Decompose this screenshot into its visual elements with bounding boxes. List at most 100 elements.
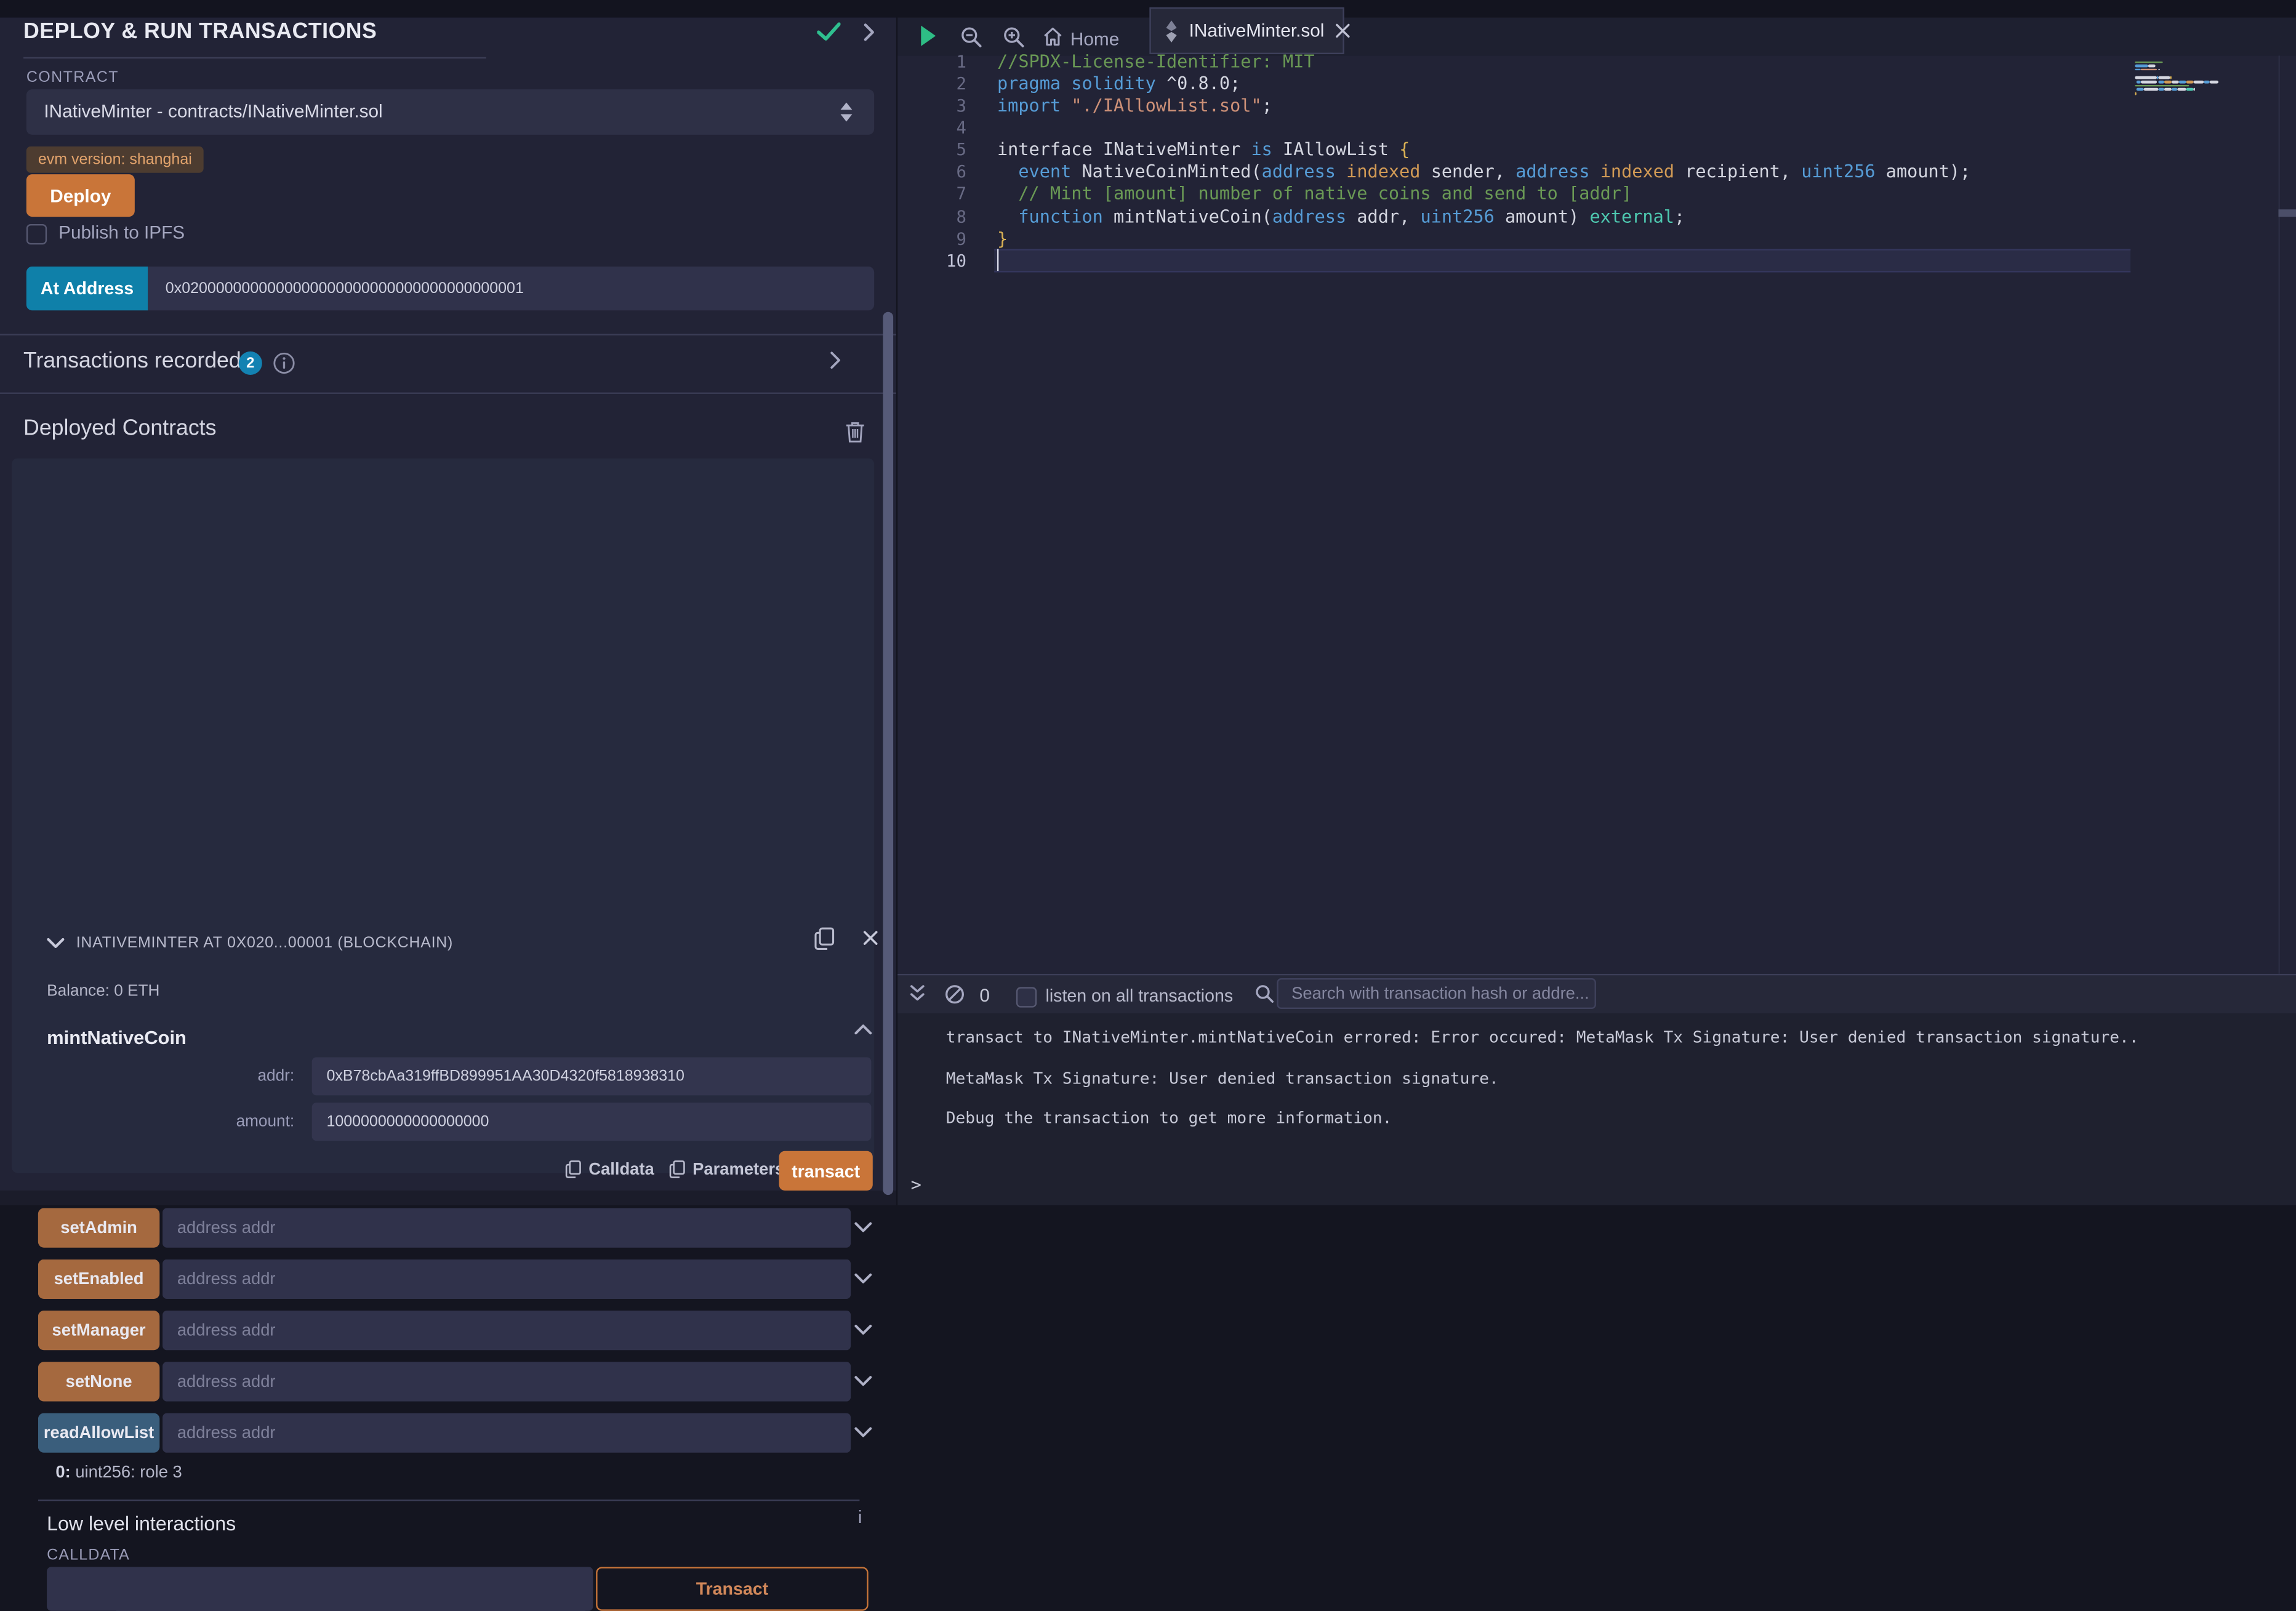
- at-address-input[interactable]: 0x02000000000000000000000000000000000000…: [148, 267, 874, 310]
- calldata-label: CALLDATA: [47, 1546, 130, 1564]
- listen-checkbox[interactable]: [1016, 987, 1037, 1007]
- zoom-out-icon[interactable]: [961, 26, 983, 49]
- solidity-icon: [1164, 20, 1179, 42]
- code-line-7[interactable]: 7 // Mint [amount] number of native coin…: [897, 183, 2296, 205]
- line-number: 10: [897, 250, 966, 270]
- chevron-down-icon[interactable]: [854, 1426, 873, 1438]
- copy-calldata-button[interactable]: Calldata: [565, 1160, 654, 1179]
- transact-button[interactable]: transact: [779, 1151, 873, 1191]
- code-text: import "./IAllowList.sol";: [997, 95, 1272, 115]
- home-icon[interactable]: [1043, 26, 1063, 47]
- terminal-expand-icon[interactable]: [909, 984, 925, 1003]
- function-input-setManager[interactable]: address addr: [163, 1311, 851, 1350]
- code-line-10[interactable]: 10: [897, 249, 2296, 271]
- minimap-line: [2135, 95, 2275, 99]
- listen-label: listen on all transactions: [1045, 986, 1233, 1006]
- chevron-down-icon[interactable]: [854, 1324, 873, 1335]
- clear-console-icon[interactable]: [944, 984, 965, 1005]
- copy-icon[interactable]: [814, 927, 835, 950]
- close-icon[interactable]: [862, 930, 878, 946]
- code-line-8[interactable]: 8 function mintNativeCoin(address addr, …: [897, 205, 2296, 227]
- chevron-up-icon[interactable]: [854, 1024, 873, 1035]
- code-line-1[interactable]: 1//SPDX-License-Identifier: MIT: [897, 50, 2296, 72]
- zoom-in-icon[interactable]: [1003, 26, 1025, 49]
- placeholder: address addr: [177, 1424, 276, 1442]
- function-button-setAdmin[interactable]: setAdmin: [38, 1208, 159, 1248]
- expanded-function-name[interactable]: mintNativeCoin: [47, 1027, 187, 1049]
- code-line-9[interactable]: 9}: [897, 227, 2296, 249]
- current-line-highlight: [994, 249, 2130, 272]
- terminal-prompt[interactable]: >: [911, 1175, 921, 1195]
- chevron-down-icon[interactable]: [854, 1221, 873, 1233]
- at-address-button[interactable]: At Address: [26, 267, 148, 310]
- top-strip: [0, 0, 2296, 18]
- copy-icon: [565, 1160, 581, 1179]
- amount-param-label: amount:: [155, 1113, 294, 1131]
- code-line-3[interactable]: 3 import "./IAllowList.sol";: [897, 94, 2296, 116]
- function-input-readAllowList[interactable]: address addr: [163, 1413, 851, 1453]
- tab-inativeminter[interactable]: INativeMinter.sol: [1149, 7, 1344, 54]
- deploy-button[interactable]: Deploy: [26, 174, 135, 217]
- placeholder: address addr: [177, 1219, 276, 1237]
- amount-param-input[interactable]: 1000000000000000000: [312, 1103, 872, 1141]
- transactions-recorded-label: Transactions recorded: [23, 348, 241, 373]
- line-number: 2: [897, 73, 966, 93]
- copy-icon: [669, 1160, 685, 1179]
- editor-scrollbar-marker: [2278, 209, 2296, 217]
- line-number: 9: [897, 228, 966, 248]
- panel-bottom-strip: [0, 1191, 897, 1205]
- panel-scrollbar[interactable]: [883, 312, 893, 1195]
- code-line-5[interactable]: 5 interface INativeMinter is IAllowList {: [897, 139, 2296, 161]
- code-line-6[interactable]: 6 event NativeCoinMinted(address indexed…: [897, 161, 2296, 183]
- line-number: 1: [897, 50, 966, 71]
- minimap-separator: [2278, 55, 2279, 974]
- terminal-log-line: MetaMask Tx Signature: User denied trans…: [946, 1058, 2294, 1098]
- copy-parameters-button[interactable]: Parameters: [669, 1160, 784, 1179]
- low-level-transact-button[interactable]: Transact: [596, 1567, 868, 1610]
- code-lines: 1//SPDX-License-Identifier: MIT2 pragma s…: [897, 50, 2296, 271]
- function-button-setManager[interactable]: setManager: [38, 1311, 159, 1350]
- tab-home[interactable]: Home: [1070, 30, 1119, 50]
- transactions-expand-icon[interactable]: [829, 350, 841, 371]
- code-line-2[interactable]: 2 pragma solidity ^0.8.0;: [897, 72, 2296, 94]
- addr-param-input[interactable]: 0xB78cbAa319ffBD899951AA30D4320f58189383…: [312, 1058, 872, 1096]
- chevron-down-icon[interactable]: [854, 1375, 873, 1387]
- line-number: 7: [897, 183, 966, 204]
- code-text: interface INativeMinter is IAllowList {: [997, 139, 1410, 159]
- line-number: 4: [897, 117, 966, 137]
- function-input-setEnabled[interactable]: address addr: [163, 1259, 851, 1299]
- line-number: 3: [897, 95, 966, 115]
- code-text: function mintNativeCoin(address addr, ui…: [997, 206, 1685, 226]
- addr-param-label: addr:: [155, 1067, 294, 1085]
- compile-success-icon: [817, 22, 840, 41]
- search-icon: [1255, 984, 1274, 1003]
- terminal-log-line: Debug the transaction to get more inform…: [946, 1098, 2294, 1138]
- instance-header[interactable]: INATIVEMINTER AT 0X020...00001 (BLOCKCHA…: [76, 934, 453, 952]
- trash-icon[interactable]: [845, 420, 865, 444]
- instance-collapse-icon[interactable]: [47, 937, 65, 949]
- function-input-setNone[interactable]: address addr: [163, 1362, 851, 1401]
- editor-minimap[interactable]: [2135, 60, 2275, 100]
- function-button-setNone[interactable]: setNone: [38, 1362, 159, 1401]
- terminal-search-input[interactable]: Search with transaction hash or addre...: [1277, 978, 1596, 1009]
- placeholder: address addr: [177, 1271, 276, 1288]
- calldata-input[interactable]: [47, 1567, 593, 1610]
- function-input-setAdmin[interactable]: address addr: [163, 1208, 851, 1248]
- line-number: 5: [897, 139, 966, 159]
- panel-collapse-icon[interactable]: [862, 22, 875, 42]
- terminal-logs: transact to INativeMinter.mintNativeCoin…: [946, 1018, 2294, 1138]
- line-number: 8: [897, 206, 966, 226]
- function-output: 0: uint256: role 3: [55, 1464, 182, 1482]
- run-script-icon[interactable]: [920, 25, 937, 47]
- publish-ipfs-checkbox[interactable]: [26, 224, 47, 244]
- contract-select[interactable]: INativeMinter - contracts/INativeMinter.…: [26, 89, 874, 135]
- divider: [0, 393, 897, 394]
- chevron-down-icon[interactable]: [854, 1272, 873, 1284]
- function-button-readAllowList[interactable]: readAllowList: [38, 1413, 159, 1453]
- code-text: pragma solidity ^0.8.0;: [997, 73, 1240, 93]
- tab-close-icon[interactable]: [1336, 23, 1351, 38]
- code-line-4[interactable]: 4: [897, 116, 2296, 139]
- contract-selected-value: INativeMinter - contracts/INativeMinter.…: [44, 101, 382, 121]
- title-underline: [23, 57, 486, 58]
- function-button-setEnabled[interactable]: setEnabled: [38, 1259, 159, 1299]
